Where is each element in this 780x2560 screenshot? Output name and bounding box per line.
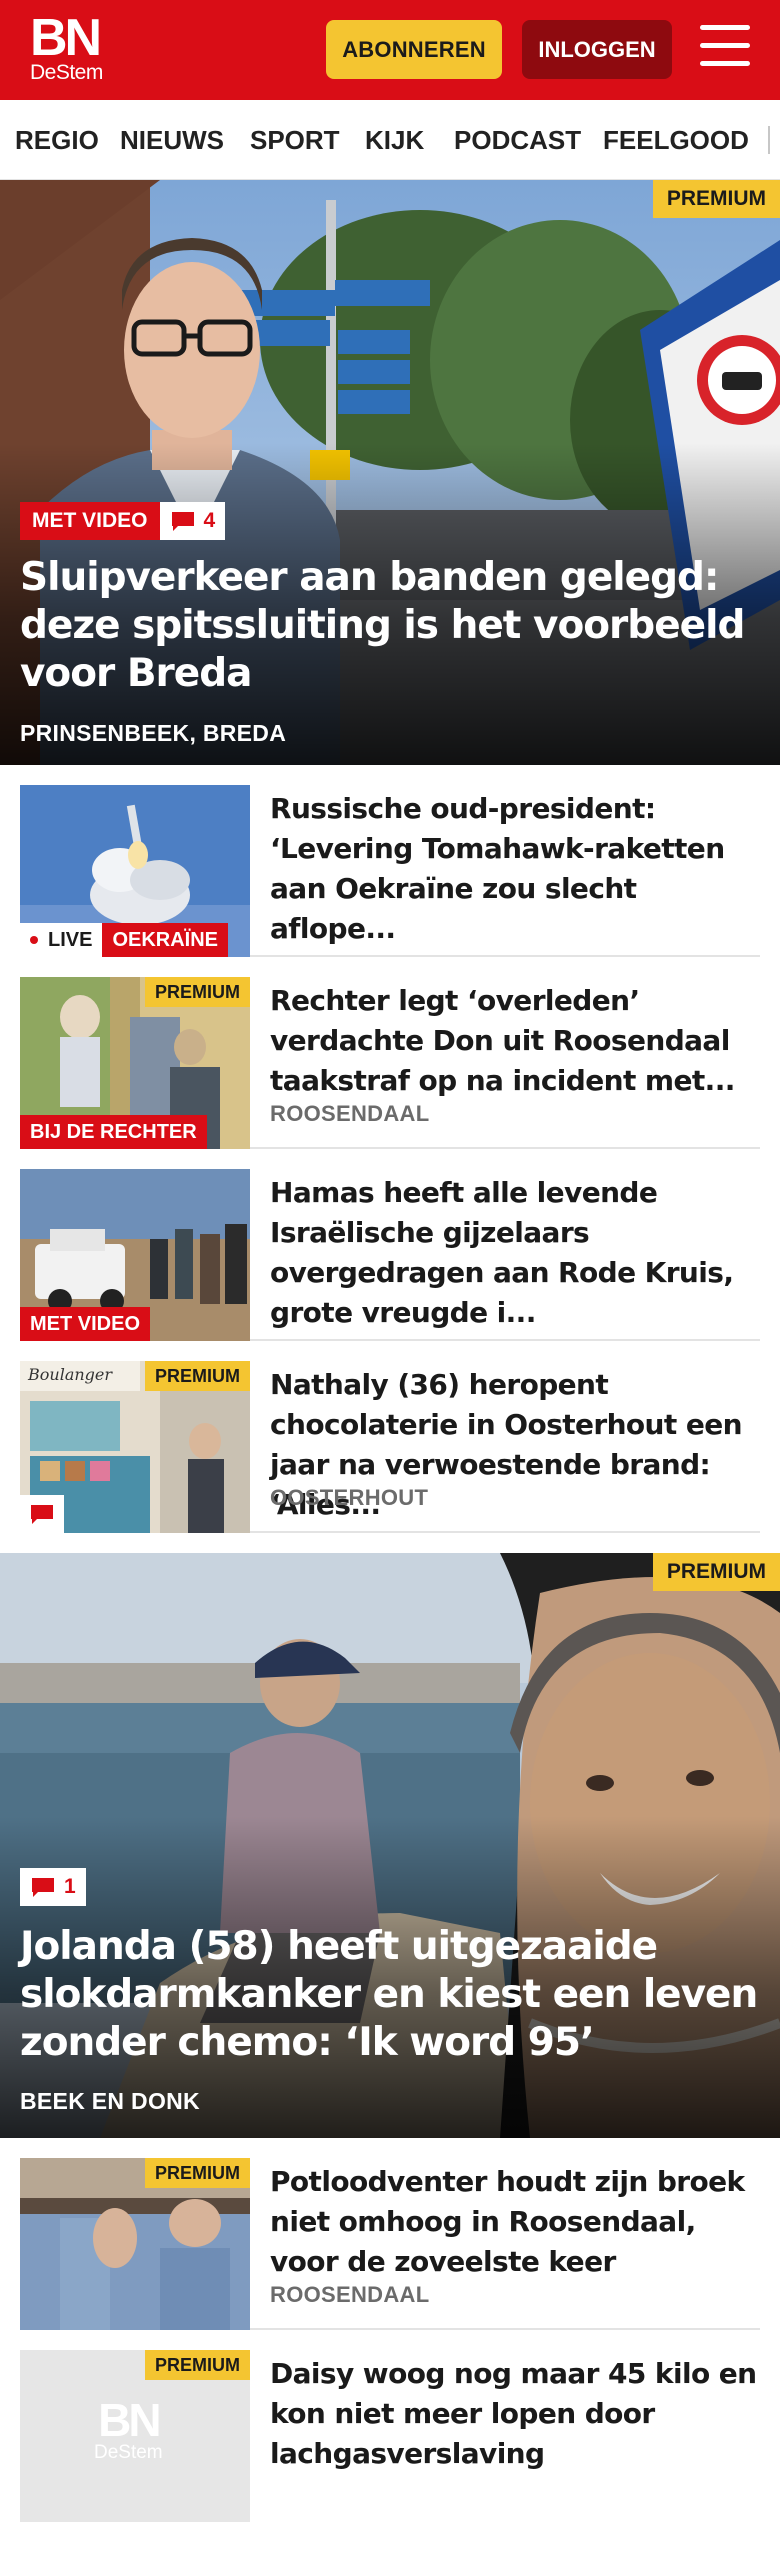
live-dot-icon	[30, 936, 38, 944]
comment-count: 4	[203, 509, 216, 532]
video-badge: MET VIDEO	[20, 502, 160, 540]
comment-count: 1	[64, 1875, 76, 1898]
article-title[interactable]: Russische oud-president: ‘Levering Tomah…	[270, 789, 760, 949]
article-location: ROOSENDAAL	[270, 1101, 430, 1126]
hero-badges: 1	[20, 1868, 86, 1906]
hero-badges: MET VIDEO 4	[20, 502, 226, 540]
live-label: LIVE	[48, 929, 93, 951]
nav-item-nieuws[interactable]: NIEUWS	[120, 100, 224, 179]
comment-icon	[171, 512, 194, 531]
placeholder-logo: BN DeStem	[94, 2394, 163, 2463]
nav-item-regio[interactable]: REGIO	[15, 100, 99, 179]
login-button[interactable]: INLOGGEN	[522, 20, 672, 79]
nav-item-kijk[interactable]: KIJK	[365, 100, 424, 179]
comment-icon[interactable]	[20, 1495, 64, 1533]
article-thumbnail: LIVE OEKRAÏNE	[20, 785, 250, 957]
subscribe-button[interactable]: ABONNEREN	[326, 20, 502, 79]
section-nav: REGIO NIEUWS SPORT KIJK PODCAST FEELGOOD	[0, 100, 780, 180]
list-item[interactable]: PREMIUM Potloodventer houdt zijn broek n…	[20, 2158, 760, 2330]
category-badge: BIJ DE RECHTER	[20, 1115, 207, 1149]
premium-badge: PREMIUM	[652, 180, 780, 218]
logo-bn-text: BN	[30, 9, 102, 67]
article-thumbnail-placeholder: BN DeStem PREMIUM	[20, 2350, 250, 2522]
hero-article-jolanda[interactable]: PREMIUM 1 Jolanda (58) heeft uitgezaaide…	[0, 1553, 780, 2138]
list-item[interactable]: Boulanger PREMIUM Nathaly (36) heropent …	[20, 1361, 760, 1533]
hero-title[interactable]: Sluipverkeer aan banden gelegd: deze spi…	[20, 554, 760, 698]
article-title[interactable]: Hamas heeft alle levende Israëli­sche gi…	[270, 1173, 760, 1333]
comment-count-badge[interactable]: 1	[20, 1868, 86, 1906]
hero-location: PRINSENBEEK, BREDA	[20, 720, 287, 746]
nav-item-sport[interactable]: SPORT	[250, 100, 340, 179]
video-badge: MET VIDEO	[20, 1307, 151, 1341]
hero-location: BEEK EN DONK	[20, 2088, 200, 2114]
article-thumbnail: PREMIUM BIJ DE RECHTER	[20, 977, 250, 1149]
article-thumbnail: Boulanger PREMIUM	[20, 1361, 250, 1533]
premium-badge: PREMIUM	[145, 2350, 250, 2380]
article-thumbnail: PREMIUM	[20, 2158, 250, 2330]
article-title[interactable]: Rechter legt ‘overleden’ verdachte Don u…	[270, 981, 760, 1101]
article-location: OOSTERHOUT	[270, 1485, 429, 1510]
comment-icon	[32, 1878, 54, 1897]
article-location: ROOSENDAAL	[270, 2282, 430, 2307]
comment-count-badge[interactable]: 4	[159, 502, 226, 540]
list-item[interactable]: MET VIDEO Hamas heeft alle levende Israë…	[20, 1169, 760, 1341]
hero-article-sluipverkeer[interactable]: PREMIUM MET VIDEO 4 Sluipverkeer aan ban…	[0, 180, 780, 765]
list-item[interactable]: PREMIUM BIJ DE RECHTER Rechter legt ‘ove…	[20, 977, 760, 1149]
premium-badge: PREMIUM	[145, 977, 250, 1007]
article-title[interactable]: Potloodventer houdt zijn broek niet omho…	[270, 2162, 760, 2282]
live-badge: LIVE OEKRAÏNE	[20, 923, 229, 957]
hero-title[interactable]: Jolanda (58) heeft uitgezaaide slokdarmk…	[20, 1923, 760, 2067]
article-thumbnail: MET VIDEO	[20, 1169, 250, 1341]
list-item[interactable]: LIVE OEKRAÏNE Russische oud-president: ‘…	[20, 785, 760, 957]
site-header: BN DeStem ABONNEREN INLOGGEN	[0, 0, 780, 100]
category-badge: OEKRAÏNE	[102, 923, 229, 957]
list-item[interactable]: BN DeStem PREMIUM Daisy woog nog maar 45…	[20, 2350, 760, 2522]
hamburger-menu-icon[interactable]	[700, 25, 750, 71]
nav-item-podcast[interactable]: PODCAST	[454, 100, 581, 179]
nav-item-feelgood[interactable]: FEELGOOD	[603, 100, 749, 179]
premium-badge: PREMIUM	[145, 2158, 250, 2188]
nav-overflow-divider	[768, 126, 770, 154]
premium-badge: PREMIUM	[145, 1361, 250, 1391]
shop-sign-text: Boulanger	[28, 1365, 113, 1384]
site-logo[interactable]: BN DeStem	[30, 9, 103, 84]
logo-destem-text: DeStem	[30, 61, 103, 84]
article-title[interactable]: Daisy woog nog maar 45 kilo en kon niet …	[270, 2354, 760, 2474]
premium-badge: PREMIUM	[652, 1553, 780, 1591]
